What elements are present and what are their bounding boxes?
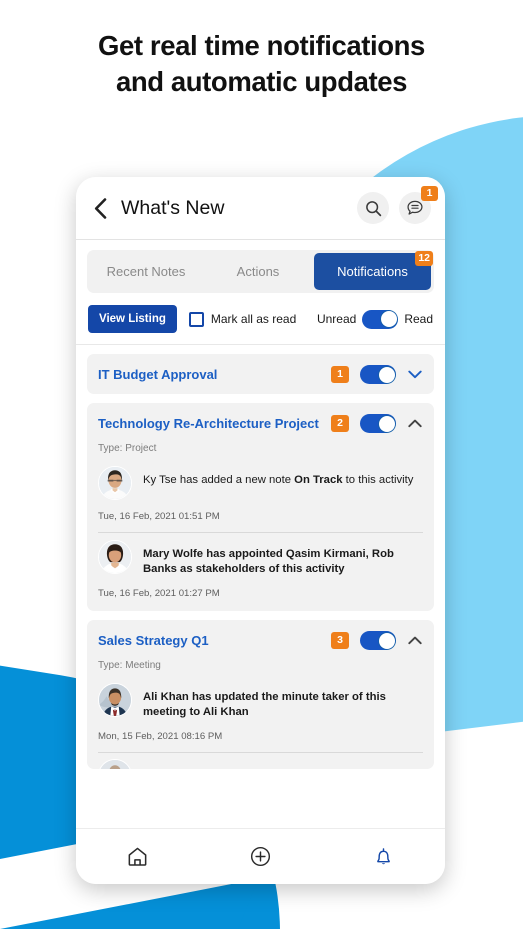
notification-text-bold: On Track	[294, 474, 343, 486]
notification-row-clipped	[98, 757, 423, 770]
card-title: IT Budget Approval	[98, 367, 218, 382]
chevron-up-icon	[408, 419, 422, 428]
avatar-ali-khan-icon	[99, 684, 131, 717]
filter-bar: View Listing Mark all as read Unread Rea…	[76, 302, 445, 345]
mark-all-as-read-label: Mark all as read	[210, 312, 297, 326]
nav-add[interactable]	[199, 845, 322, 868]
chevron-up-icon	[408, 636, 422, 645]
avatar	[98, 466, 132, 500]
read-label: Read	[404, 312, 433, 326]
notification-item[interactable]: Mary Wolfe has appointed Qasim Kirmani, …	[87, 537, 434, 599]
notification-row: Ali Khan has updated the minute taker of…	[98, 680, 423, 720]
tab-notifications-badge: 12	[415, 251, 433, 266]
search-button[interactable]	[357, 192, 389, 224]
switch-knob	[378, 415, 395, 432]
tab-actions[interactable]: Actions	[202, 253, 314, 290]
notification-text: Ali Khan has updated the minute taker of…	[143, 683, 423, 720]
card-count-badge: 1	[331, 366, 349, 383]
notification-timestamp: Mon, 15 Feb, 2021 08:16 PM	[98, 731, 223, 743]
chat-button[interactable]: 1	[399, 186, 438, 224]
nav-notifications[interactable]	[322, 845, 445, 868]
notification-timestamp: Tue, 16 Feb, 2021 01:27 PM	[98, 588, 220, 600]
view-listing-button[interactable]: View Listing	[88, 305, 177, 333]
chevron-left-icon	[94, 197, 106, 219]
plus-circle-icon	[250, 846, 271, 867]
switch-knob	[380, 311, 397, 327]
tab-notifications-label: Notifications	[337, 264, 408, 279]
card-count-badge: 3	[331, 632, 349, 650]
card-title: Sales Strategy Q1	[98, 633, 209, 649]
headline-line-2: and automatic updates	[115, 66, 408, 98]
avatar	[98, 540, 132, 574]
card-type-label: Type: Project	[98, 443, 157, 454]
chat-badge: 1	[421, 186, 438, 201]
headline-line-1: Get real time notifications	[98, 30, 425, 61]
notification-text-post: to this activity	[342, 474, 414, 486]
unread-label: Unread	[316, 312, 357, 326]
notification-item[interactable]: Ali Khan has updated the minute taker of…	[87, 680, 434, 754]
search-icon	[365, 200, 381, 216]
card-read-switch[interactable]	[360, 365, 396, 384]
card-header[interactable]: Technology Re-Architecture Project 2	[87, 403, 434, 443]
phone-mockup: What's New 1 Recent Notes Actions Notifi…	[76, 177, 445, 884]
notification-text: Ky Tse has added a new note On Track to …	[143, 466, 413, 488]
notification-timestamp: Tue, 16 Feb, 2021 01:51 PM	[98, 511, 220, 522]
promo-headline: Get real time notifications and automati…	[0, 28, 523, 101]
mark-all-as-read-control[interactable]: Mark all as read	[188, 311, 297, 327]
back-button[interactable]	[88, 196, 112, 220]
notification-card: IT Budget Approval 1	[87, 354, 434, 394]
bell-icon	[377, 848, 390, 865]
item-divider	[98, 532, 423, 533]
chat-bubble-icon	[407, 200, 423, 215]
card-collapse-toggle[interactable]	[407, 416, 423, 432]
card-type-label: Type: Meeting	[98, 660, 161, 672]
nav-home[interactable]	[76, 845, 199, 868]
notification-text-pre: Mary Wolfe has appointed Qasim Kirmani, …	[143, 548, 394, 576]
chevron-down-icon	[408, 370, 422, 379]
tab-bar: Recent Notes Actions Notifications 12	[87, 250, 434, 293]
avatar-ky-tse-icon	[99, 467, 131, 499]
card-title: Technology Re-Architecture Project	[98, 416, 319, 431]
notification-row: Ky Tse has added a new note On Track to …	[98, 463, 423, 500]
unread-read-toggle-group: Unread Read	[316, 309, 433, 329]
mark-all-as-read-checkbox[interactable]	[188, 311, 204, 327]
notifications-list[interactable]: IT Budget Approval 1 Technology Re-Archi…	[76, 345, 445, 828]
tab-notifications[interactable]: Notifications 12	[314, 251, 433, 290]
avatar	[98, 683, 132, 718]
page-title: What's New	[121, 196, 225, 219]
home-icon	[128, 847, 147, 866]
avatar-partial-icon	[99, 760, 131, 770]
bottom-navigation	[76, 828, 445, 884]
notification-text-pre: Ali Khan has updated the minute taker of…	[143, 691, 386, 719]
avatar-mary-wolfe-icon	[99, 541, 131, 573]
card-read-switch[interactable]	[360, 631, 396, 651]
switch-knob	[378, 632, 395, 649]
avatar	[98, 759, 132, 770]
card-count-badge: 2	[331, 415, 349, 432]
tab-recent-notes[interactable]: Recent Notes	[90, 253, 202, 290]
notification-row: Mary Wolfe has appointed Qasim Kirmani, …	[98, 537, 423, 577]
card-header[interactable]: Sales Strategy Q1 3	[87, 620, 434, 660]
notification-card: Sales Strategy Q1 3 Type: Meeting Ali Kh…	[87, 620, 434, 770]
notification-item-partial[interactable]	[87, 757, 434, 770]
card-read-switch[interactable]	[360, 414, 396, 433]
card-header[interactable]: IT Budget Approval 1	[87, 354, 434, 394]
unread-read-switch[interactable]	[362, 309, 399, 329]
tab-actions-label: Actions	[236, 264, 280, 279]
notification-text-pre: Ky Tse has added a new note	[143, 474, 295, 486]
tab-recent-notes-label: Recent Notes	[106, 264, 186, 279]
tab-bar-wrapper: Recent Notes Actions Notifications 12	[76, 240, 445, 302]
card-collapse-toggle[interactable]	[407, 633, 423, 649]
switch-knob	[378, 366, 395, 383]
item-divider	[98, 752, 423, 754]
app-header: What's New 1	[76, 177, 445, 240]
notification-item[interactable]: Ky Tse has added a new note On Track to …	[87, 463, 434, 533]
notification-card: Technology Re-Architecture Project 2 Typ…	[87, 403, 434, 612]
notification-text: Mary Wolfe has appointed Qasim Kirmani, …	[143, 540, 423, 577]
card-expand-toggle[interactable]	[407, 367, 423, 383]
